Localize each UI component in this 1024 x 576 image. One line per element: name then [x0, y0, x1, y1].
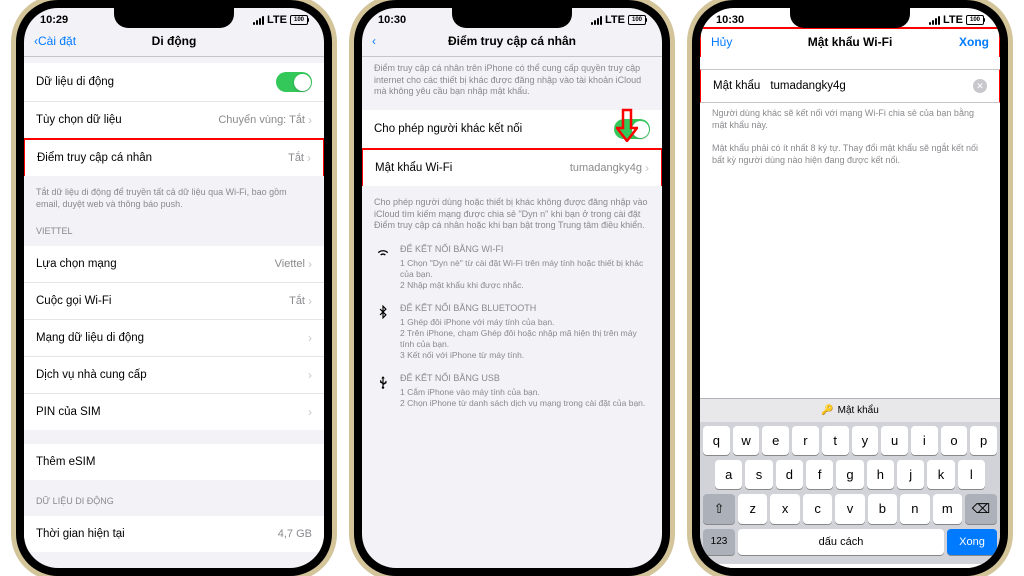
key-k[interactable]: k — [927, 460, 954, 489]
time: 10:30 — [716, 14, 744, 26]
instr-bluetooth: ĐỂ KẾT NỐI BẰNG BLUETOOTH1 Ghép đôi iPho… — [362, 297, 662, 367]
content[interactable]: Dữ liệu di động Tùy chọn dữ liệuChuyển v… — [24, 57, 324, 568]
chevron-right-icon: › — [645, 161, 649, 175]
password-field-row[interactable]: Mật khẩu tumadangky4g ✕ — [700, 69, 1000, 103]
key-c[interactable]: c — [803, 494, 832, 524]
key-z[interactable]: z — [738, 494, 767, 524]
notch — [452, 8, 572, 28]
footer-text: Người dùng khác sẽ kết nối với mạng Wi-F… — [700, 102, 1000, 137]
bluetooth-icon — [374, 303, 392, 361]
row-data-options[interactable]: Tùy chọn dữ liệuChuyển vùng: Tắt› — [24, 102, 324, 139]
key-123[interactable]: 123 — [703, 529, 735, 555]
row-mobile-network[interactable]: Mạng dữ liệu di động› — [24, 320, 324, 357]
key-shift[interactable]: ⇧ — [703, 494, 735, 524]
nav-bar: ‹ Điểm truy cập cá nhân — [362, 28, 662, 57]
lte-label: LTE — [267, 14, 287, 26]
section-header: DỮ LIỆU DI ĐỘNG — [24, 486, 324, 510]
key-backspace[interactable]: ⌫ — [965, 494, 997, 524]
signal-icon — [591, 16, 602, 25]
lte-label: LTE — [605, 14, 625, 26]
back-button[interactable]: ‹ — [372, 34, 376, 48]
autofill-hint[interactable]: 🔑Mật khẩu — [700, 398, 1000, 422]
signal-icon — [253, 16, 264, 25]
nav-bar: Hủy Mật khẩu Wi-Fi Xong — [700, 27, 1000, 57]
usb-icon — [374, 373, 392, 409]
key-d[interactable]: d — [776, 460, 803, 489]
chevron-right-icon: › — [308, 113, 312, 127]
battery-icon: 100 — [628, 15, 646, 25]
wifi-icon — [374, 244, 392, 291]
chevron-right-icon: › — [307, 151, 311, 165]
key-v[interactable]: v — [835, 494, 864, 524]
battery-icon: 100 — [966, 15, 984, 25]
time: 10:30 — [378, 14, 406, 26]
key-f[interactable]: f — [806, 460, 833, 489]
key-r[interactable]: r — [792, 426, 819, 455]
battery-icon: 100 — [290, 15, 308, 25]
row-personal-hotspot[interactable]: Điểm truy cập cá nhânTắt› — [24, 138, 324, 176]
instr-usb: ĐỂ KẾT NỐI BẰNG USB1 Cắm iPhone vào máy … — [362, 367, 662, 415]
phone-3: 10:30 LTE100 Hủy Mật khẩu Wi-Fi Xong Mật… — [692, 0, 1008, 576]
row-mobile-data[interactable]: Dữ liệu di động — [24, 63, 324, 102]
row-sim-pin[interactable]: PIN của SIM› — [24, 394, 324, 430]
key-o[interactable]: o — [941, 426, 968, 455]
password-input[interactable]: tumadangky4g — [770, 80, 963, 92]
key-x[interactable]: x — [770, 494, 799, 524]
key-i[interactable]: i — [911, 426, 938, 455]
notch — [114, 8, 234, 28]
notch — [790, 8, 910, 28]
phone-2: 10:30 LTE100 ‹ Điểm truy cập cá nhân Điể… — [354, 0, 670, 576]
key-q[interactable]: q — [703, 426, 730, 455]
keyboard: qwertyuiop asdfghjkl ⇧zxcvbnm⌫ 123dấu cá… — [700, 422, 1000, 564]
toggle-on-icon[interactable] — [276, 72, 312, 92]
row-wifi-password[interactable]: Mật khẩu Wi-Fitumadangky4g› — [362, 148, 662, 186]
back-button[interactable]: ‹ Cài đặt — [34, 34, 76, 48]
key-y[interactable]: y — [852, 426, 879, 455]
signal-icon — [929, 16, 940, 25]
key-b[interactable]: b — [868, 494, 897, 524]
section-header: VIETTEL — [24, 216, 324, 240]
key-icon: 🔑 — [821, 405, 833, 416]
key-w[interactable]: w — [733, 426, 760, 455]
password-label: Mật khẩu — [713, 80, 760, 92]
clear-icon[interactable]: ✕ — [973, 79, 987, 93]
key-j[interactable]: j — [897, 460, 924, 489]
key-a[interactable]: a — [715, 460, 742, 489]
row-wifi-calling[interactable]: Cuộc gọi Wi-FiTắt› — [24, 283, 324, 320]
key-l[interactable]: l — [958, 460, 985, 489]
footer-text: Tắt dữ liệu di động để truyền tất cả dữ … — [24, 181, 324, 216]
cancel-button[interactable]: Hủy — [711, 35, 732, 49]
key-s[interactable]: s — [745, 460, 772, 489]
key-n[interactable]: n — [900, 494, 929, 524]
key-e[interactable]: e — [762, 426, 789, 455]
row-network-select[interactable]: Lựa chọn mạngViettel› — [24, 246, 324, 283]
key-h[interactable]: h — [867, 460, 894, 489]
red-arrow-icon — [616, 108, 638, 142]
key-m[interactable]: m — [933, 494, 962, 524]
content: Mật khẩu tumadangky4g ✕ Người dùng khác … — [700, 56, 1000, 568]
instr-wifi: ĐỂ KẾT NỐI BẰNG WI-FI1 Chọn "Dyn nè" từ … — [362, 238, 662, 297]
footer-text: Cho phép người dùng hoặc thiết bị khác k… — [362, 191, 662, 238]
page-title: Mật khẩu Wi-Fi — [808, 35, 893, 49]
key-space[interactable]: dấu cách — [738, 529, 944, 555]
row-carrier-services[interactable]: Dịch vụ nhà cung cấp› — [24, 357, 324, 394]
row-add-esim[interactable]: Thêm eSIM — [24, 444, 324, 480]
row-current-period: Thời gian hiện tại4,7 GB — [24, 516, 324, 552]
description: Điểm truy cập cá nhân trên iPhone có thể… — [362, 57, 662, 104]
page-title: Điểm truy cập cá nhân — [448, 34, 576, 48]
key-t[interactable]: t — [822, 426, 849, 455]
key-done[interactable]: Xong — [947, 529, 997, 555]
lte-label: LTE — [943, 14, 963, 26]
key-p[interactable]: p — [970, 426, 997, 455]
done-button[interactable]: Xong — [959, 35, 989, 49]
page-title: Di động — [152, 34, 197, 48]
phone-1: 10:29 LTE100 ‹ Cài đặt Di động Dữ liệu d… — [16, 0, 332, 576]
nav-bar: ‹ Cài đặt Di động — [24, 28, 324, 57]
time: 10:29 — [40, 14, 68, 26]
footer-text: Mật khẩu phải có ít nhất 8 ký tự. Thay đ… — [700, 137, 1000, 172]
key-u[interactable]: u — [881, 426, 908, 455]
key-g[interactable]: g — [836, 460, 863, 489]
